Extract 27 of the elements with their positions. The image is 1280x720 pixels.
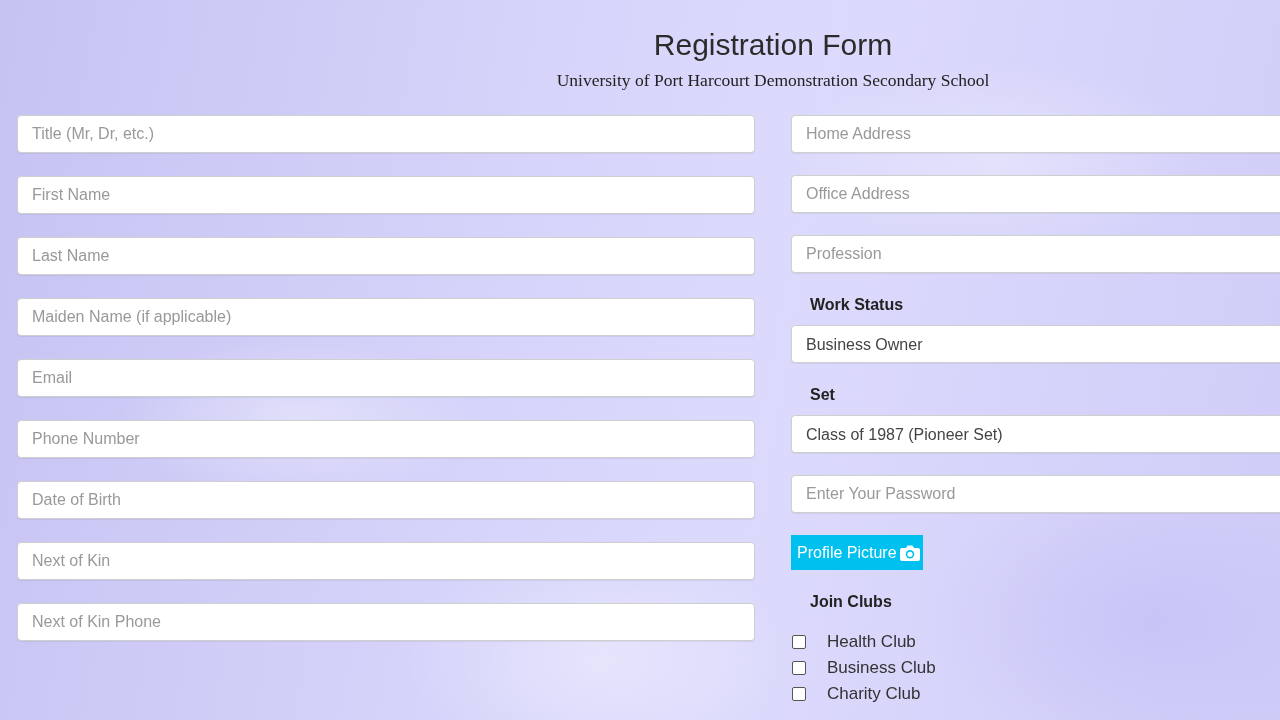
dropdown-field[interactable]: Class of 1987 (Pioneer Set)	[791, 415, 1280, 453]
checkbox-label: Business Club	[827, 658, 936, 677]
checkbox[interactable]	[792, 660, 806, 675]
text-field[interactable]: First Name	[17, 176, 755, 214]
text-field[interactable]: Office Address	[791, 175, 1280, 213]
form-title: Registration Form	[653, 27, 893, 63]
field-label: Join Clubs	[809, 592, 892, 612]
text-field[interactable]: Maiden Name (if applicable)	[17, 298, 755, 336]
field-label: Work Status	[809, 295, 904, 315]
text-field[interactable]: Home Address	[791, 115, 1280, 153]
text-field[interactable]: Date of Birth	[17, 481, 755, 519]
text-field[interactable]: Last Name	[17, 237, 755, 275]
field-label: Set	[809, 385, 835, 405]
checkbox-label: Health Club	[827, 632, 916, 651]
text-field[interactable]: Email	[17, 359, 755, 397]
text-field[interactable]: Next of Kin	[17, 542, 755, 580]
camera-icon	[899, 544, 920, 561]
text-field[interactable]: Title (Mr, Dr, etc.)	[17, 115, 755, 153]
checkbox-label: Charity Club	[827, 684, 921, 703]
text-field[interactable]: Profession	[791, 235, 1280, 273]
text-field[interactable]: Next of Kin Phone	[17, 603, 755, 641]
password-field[interactable]: Enter Your Password	[791, 475, 1280, 513]
dropdown-field[interactable]: Business Owner	[791, 325, 1280, 363]
checkbox[interactable]	[792, 634, 806, 649]
checkbox[interactable]	[792, 686, 806, 701]
school-name: University of Port Harcourt Demonstration Secondary School	[556, 69, 990, 91]
text-field[interactable]: Phone Number	[17, 420, 755, 458]
